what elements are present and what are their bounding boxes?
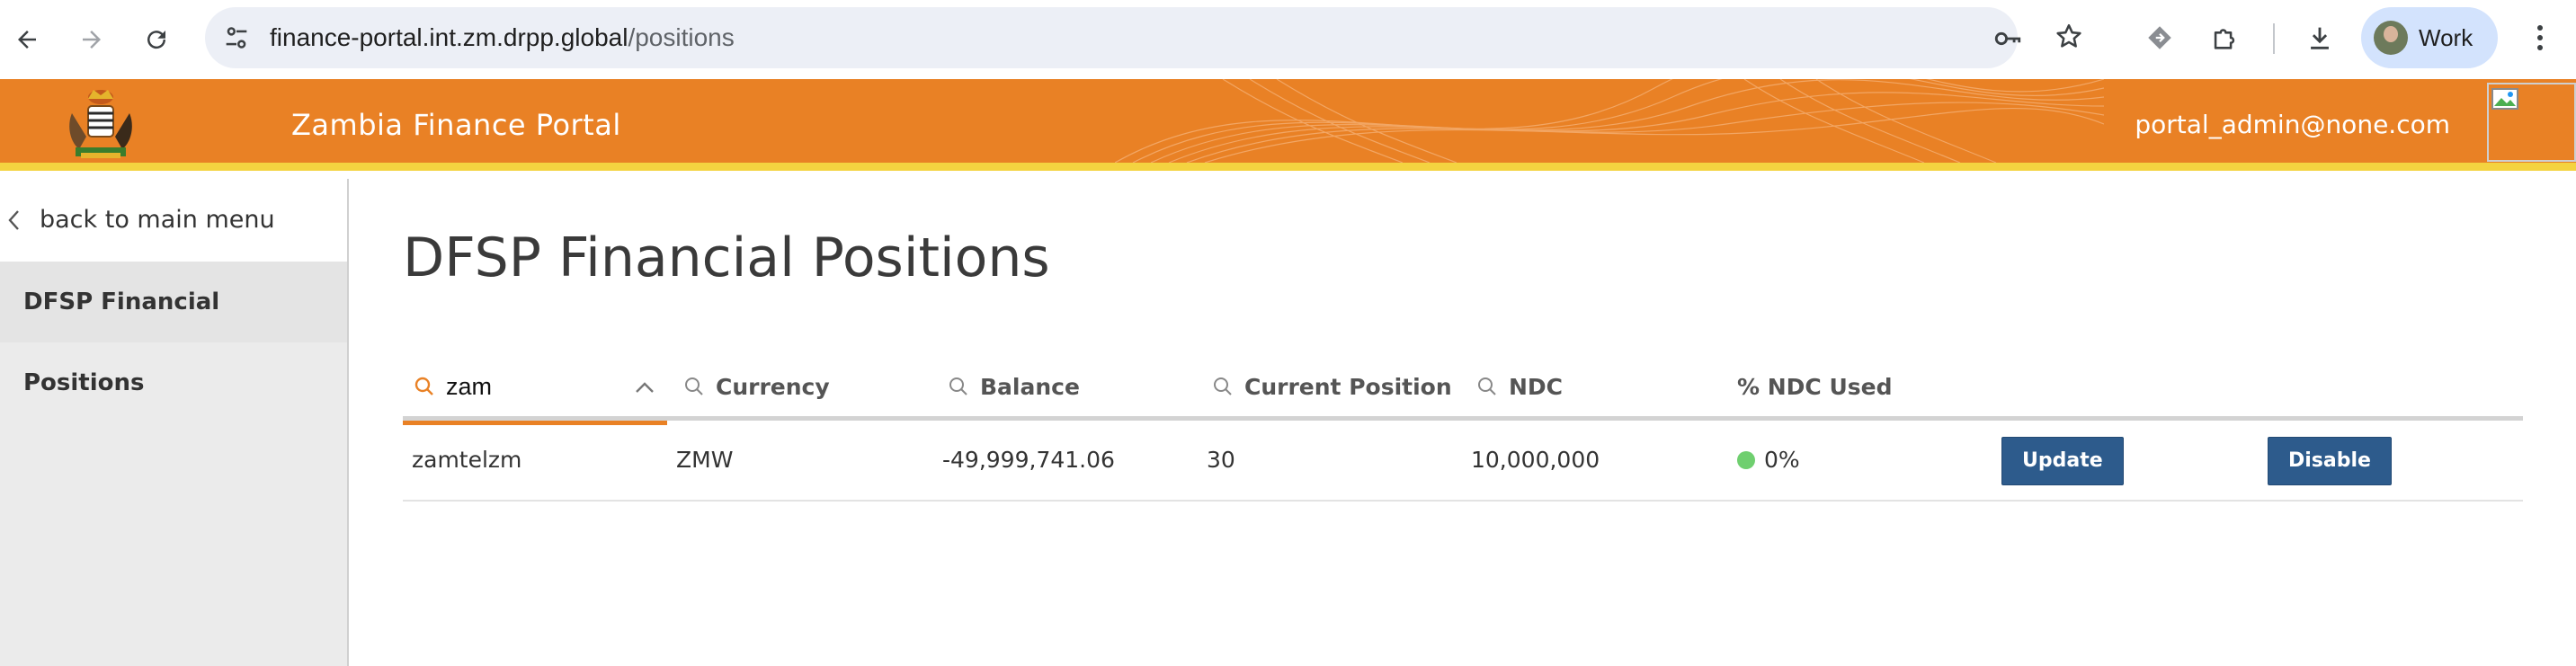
- password-key-icon[interactable]: [1992, 23, 2023, 54]
- search-icon: [949, 377, 967, 395]
- site-settings-icon[interactable]: [221, 22, 252, 53]
- column-label: % NDC Used: [1737, 373, 1893, 400]
- profile-button[interactable]: Work: [2361, 7, 2498, 68]
- header-wave-decoration: [1115, 79, 2104, 163]
- app-title: Zambia Finance Portal: [291, 108, 621, 142]
- browser-toolbar: finance-portal.int.zm.drpp.global/positi…: [0, 0, 2576, 79]
- cell-ndc: 10,000,000: [1471, 447, 1600, 473]
- app-header: Zambia Finance Portal portal_admin@none.…: [0, 79, 2576, 171]
- forward-arrow-icon[interactable]: [68, 16, 115, 63]
- ndc-used-value: 0%: [1764, 447, 1800, 473]
- column-label: Balance: [980, 373, 1080, 400]
- sidebar-item-dfsp-financial-positions[interactable]: DFSP Financial Positions: [0, 262, 347, 396]
- reload-icon[interactable]: [133, 16, 180, 63]
- sidebar: back to main menu DFSP Financial Positio…: [0, 179, 349, 666]
- chevron-left-icon: [8, 210, 19, 230]
- address-bar[interactable]: finance-portal.int.zm.drpp.global/positi…: [205, 7, 2021, 68]
- toolbar-divider: [2273, 23, 2275, 54]
- column-label: Currency: [716, 373, 830, 400]
- profile-label: Work: [2419, 24, 2473, 51]
- chevron-up-icon[interactable]: [633, 377, 656, 397]
- positions-table: zam Currency Balance Current Position ND…: [403, 352, 2523, 502]
- update-button[interactable]: Update: [2001, 437, 2124, 485]
- back-arrow-icon[interactable]: [4, 16, 50, 63]
- search-icon: [414, 377, 433, 395]
- cell-ndc-used: 0%: [1737, 421, 1800, 500]
- column-header-current-position[interactable]: Current Position: [1212, 352, 1452, 421]
- broken-image-icon: [2487, 83, 2576, 162]
- sidebar-item-label: DFSP Financial Positions: [23, 289, 220, 396]
- cell-dfsp: zamtelzm: [412, 447, 522, 473]
- cell-currency: ZMW: [676, 447, 734, 473]
- user-email[interactable]: portal_admin@none.com: [2135, 79, 2450, 171]
- table-header: zam Currency Balance Current Position ND…: [403, 352, 2523, 425]
- search-icon: [685, 377, 703, 395]
- column-label: NDC: [1509, 373, 1564, 400]
- extension-diamond-icon[interactable]: [2140, 18, 2179, 58]
- column-header-balance[interactable]: Balance: [948, 352, 1080, 421]
- back-to-main-menu-link[interactable]: back to main menu: [0, 179, 347, 262]
- search-icon: [1478, 377, 1496, 395]
- disable-button[interactable]: Disable: [2268, 437, 2392, 485]
- bookmark-star-icon[interactable]: [2054, 22, 2084, 52]
- url-text: finance-portal.int.zm.drpp.global/positi…: [270, 23, 735, 51]
- search-icon: [1214, 377, 1232, 395]
- page-title: DFSP Financial Positions: [403, 226, 1050, 289]
- column-header-ndc[interactable]: NDC: [1476, 352, 1563, 421]
- cell-balance: -49,999,741.06: [942, 447, 1115, 473]
- status-dot-icon: [1737, 451, 1755, 469]
- more-menu-icon[interactable]: [2527, 18, 2554, 58]
- column-label: Current Position: [1244, 373, 1452, 400]
- download-icon[interactable]: [2300, 18, 2340, 58]
- header-accent-bar: [0, 163, 2576, 171]
- dfsp-filter-value: zam: [446, 372, 493, 400]
- table-row: zamtelzm ZMW -49,999,741.06 30 10,000,00…: [403, 421, 2523, 502]
- back-link-label: back to main menu: [40, 206, 275, 234]
- column-header-currency[interactable]: Currency: [683, 352, 830, 421]
- dfsp-filter-input[interactable]: zam: [403, 352, 667, 425]
- cell-current-position: 30: [1207, 447, 1235, 473]
- column-header-ndc-used: % NDC Used: [1737, 352, 1893, 421]
- avatar: [2374, 21, 2408, 55]
- coat-of-arms-logo: [69, 90, 132, 158]
- extensions-puzzle-icon[interactable]: [2205, 18, 2244, 58]
